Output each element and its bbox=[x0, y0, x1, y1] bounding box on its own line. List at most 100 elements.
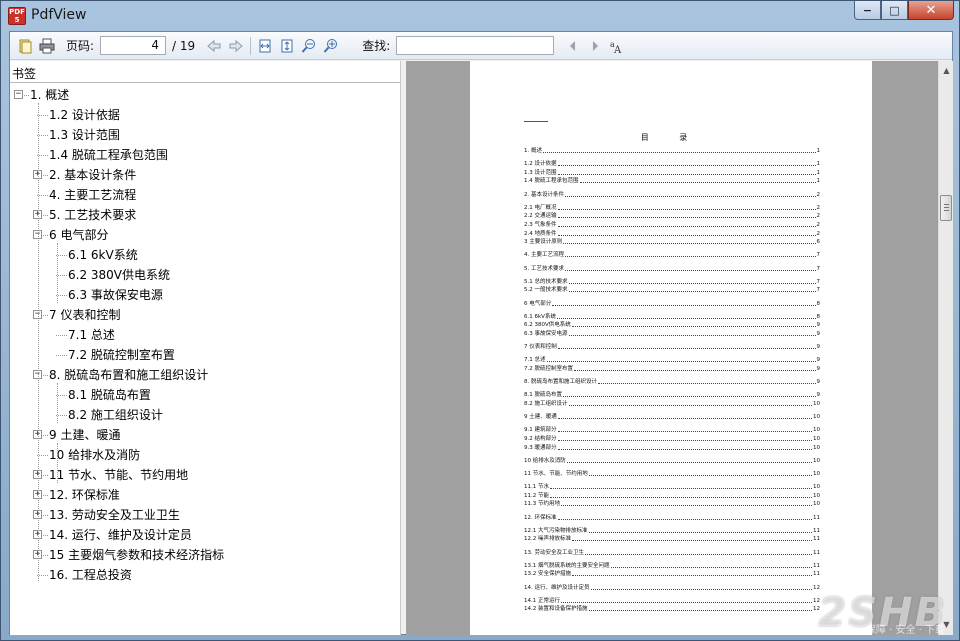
toc-row[interactable]: 9 土建、暖通 10 bbox=[524, 413, 820, 422]
bookmark-item[interactable]: +5. 工艺技术要求 bbox=[10, 205, 400, 225]
open-file-button[interactable] bbox=[14, 35, 36, 57]
toc-row[interactable]: 3 主要设计原则 6 bbox=[524, 238, 820, 247]
bookmark-item[interactable]: −6 电气部分 bbox=[10, 225, 400, 245]
bookmark-label: 13. 劳动安全及工业卫生 bbox=[49, 508, 180, 522]
maximize-button[interactable]: □ bbox=[881, 1, 908, 20]
back-button[interactable] bbox=[203, 35, 225, 57]
toc-leader bbox=[598, 378, 816, 385]
toc-row[interactable]: 7.2 脱硫控制室布置 9 bbox=[524, 365, 820, 374]
find-next-button[interactable] bbox=[584, 35, 606, 57]
page-label: 页码: bbox=[66, 39, 95, 53]
toc-row[interactable]: 10 给排水及消防 10 bbox=[524, 457, 820, 466]
toc-entry-title: 1.4 脱硫工程承包范围 bbox=[524, 178, 579, 185]
toc-row[interactable]: 5. 工艺技术要求 7 bbox=[524, 265, 820, 274]
bookmark-item[interactable]: +15 主要烟气参数和技术经济指标 bbox=[10, 545, 400, 565]
tree-connector bbox=[43, 235, 48, 236]
page-number-input[interactable]: 4 bbox=[100, 36, 167, 55]
toc-row[interactable]: 6 电气部分 8 bbox=[524, 300, 820, 309]
toc-row[interactable]: 2. 基本设计条件 2 bbox=[524, 191, 820, 200]
scroll-up-icon[interactable]: ▲ bbox=[939, 63, 954, 79]
fit-width-button[interactable] bbox=[254, 35, 276, 57]
toc-leader bbox=[546, 356, 816, 363]
zoom-in-button[interactable] bbox=[320, 35, 342, 57]
match-case-button[interactable]: aA bbox=[606, 35, 628, 57]
bookmark-item[interactable]: −8. 脱硫岛布置和施工组织设计 bbox=[10, 365, 400, 385]
tree-connector bbox=[43, 435, 48, 436]
toc-entry-page: 8 bbox=[816, 300, 821, 307]
toc-entry-page: 9 bbox=[816, 344, 821, 351]
bookmark-item[interactable]: 6.3 事故保安电源 bbox=[10, 285, 400, 305]
bookmark-item[interactable]: 4. 主要工艺流程 bbox=[10, 185, 400, 205]
fit-page-button[interactable] bbox=[276, 35, 298, 57]
bookmark-item[interactable]: 1.4 脱硫工程承包范围 bbox=[10, 145, 400, 165]
forward-button[interactable] bbox=[225, 35, 247, 57]
bookmark-item[interactable]: 7.1 总述 bbox=[10, 325, 400, 345]
toc-row[interactable]: 4. 主要工艺流程 7 bbox=[524, 251, 820, 260]
find-input[interactable] bbox=[396, 36, 555, 55]
minimize-icon: − bbox=[862, 3, 873, 17]
bookmark-item[interactable]: +13. 劳动安全及工业卫生 bbox=[10, 505, 400, 525]
toc-row[interactable]: 11.3 节约用地 10 bbox=[524, 500, 820, 509]
collapse-icon[interactable]: − bbox=[14, 90, 23, 99]
close-button[interactable]: ✕ bbox=[908, 1, 954, 20]
scroll-thumb[interactable] bbox=[940, 195, 952, 221]
toc-row[interactable]: 13.2 安全保护措施 11 bbox=[524, 570, 820, 579]
bookmark-item[interactable]: +14. 运行、维护及设计定员 bbox=[10, 525, 400, 545]
bookmark-item[interactable]: 16. 工程总投资 bbox=[10, 565, 400, 585]
toc-entry-page: 10 bbox=[813, 401, 820, 407]
title-bar[interactable]: PDF 5 PdfView − □ ✕ bbox=[1, 1, 959, 31]
bookmark-label: 8.1 脱硫岛布置 bbox=[68, 388, 151, 402]
toc-row[interactable]: 9.3 暖通部分 10 bbox=[524, 444, 820, 453]
client-area: 页码: 4 / 19 查找: a A 书签 − 1. 概述 1.2 设计依据 1… bbox=[9, 31, 953, 635]
bookmark-item[interactable]: 10 给排水及消防 bbox=[10, 445, 400, 465]
bookmark-item[interactable]: +12. 环保标准 bbox=[10, 485, 400, 505]
bookmark-item[interactable]: 7.2 脱硫控制室布置 bbox=[10, 345, 400, 365]
toc-leader bbox=[588, 470, 812, 476]
bookmark-item[interactable]: +2. 基本设计条件 bbox=[10, 165, 400, 185]
bookmark-item[interactable]: 8.2 施工组织设计 bbox=[10, 405, 400, 425]
toc-leader bbox=[566, 457, 812, 463]
tree-guide bbox=[57, 383, 58, 423]
minimize-button[interactable]: − bbox=[854, 1, 881, 20]
toc-row[interactable]: 12. 环保标准 11 bbox=[524, 514, 820, 523]
toc-row[interactable]: 8.2 施工组织设计 10 bbox=[524, 400, 820, 409]
toc-entry-title: 11 节水、节能、节约用地 bbox=[524, 471, 588, 477]
bookmark-header: 书签 bbox=[10, 61, 400, 83]
bookmark-item[interactable]: +9 土建、暖通 bbox=[10, 425, 400, 445]
toc-row[interactable]: 7 仪表和控制 9 bbox=[524, 343, 820, 352]
bookmark-item[interactable]: −1. 概述 bbox=[10, 85, 400, 105]
bookmark-item[interactable]: 1.2 设计依据 bbox=[10, 105, 400, 125]
document-view[interactable]: 目 录 1. 概述 1 1.2 设计依据 1 1.3 设计范围 1 1.4 脱硫工程承包范围… bbox=[406, 61, 938, 635]
bookmark-item[interactable]: 8.1 脱硫岛布置 bbox=[10, 385, 400, 405]
vertical-scrollbar[interactable]: ▲ ▼ bbox=[938, 61, 953, 635]
toc-row[interactable]: 8. 脱硫岛布置和施工组织设计 9 bbox=[524, 378, 820, 387]
bookmark-label: 9 土建、暖通 bbox=[49, 428, 121, 442]
zoom-out-button[interactable] bbox=[298, 35, 320, 57]
toc-leader bbox=[565, 191, 816, 197]
bookmark-label: 15 主要烟气参数和技术经济指标 bbox=[49, 548, 225, 562]
bookmark-item[interactable]: 1.3 设计范围 bbox=[10, 125, 400, 145]
toc-row[interactable]: 14.2 装置和设备保护措施 12 bbox=[524, 605, 820, 614]
print-button[interactable] bbox=[36, 35, 58, 57]
bookmark-item[interactable]: +11 节水、节能、节约用地 bbox=[10, 465, 400, 485]
toc-row[interactable]: 5.2 一般技术要求 7 bbox=[524, 286, 820, 295]
toc-leader bbox=[568, 400, 812, 406]
bookmark-label: 2. 基本设计条件 bbox=[49, 168, 137, 182]
tree-connector bbox=[56, 355, 67, 356]
toc-entry-title: 12.2 噪声排放标准 bbox=[524, 536, 571, 543]
toc-row[interactable]: 12.2 噪声排放标准 11 bbox=[524, 535, 820, 544]
bookmark-item[interactable]: 6.1 6kV系统 bbox=[10, 245, 400, 265]
toc-row[interactable]: 13. 劳动安全及工业卫生 11 bbox=[524, 549, 820, 558]
bookmark-label: 8.2 施工组织设计 bbox=[68, 408, 163, 422]
find-prev-icon bbox=[570, 40, 576, 51]
toc-row[interactable]: 6.3 事故保安电源 9 bbox=[524, 330, 820, 339]
bookmark-item[interactable]: 6.2 380V供电系统 bbox=[10, 265, 400, 285]
toc-row[interactable]: 11 节水、节能、节约用地 10 bbox=[524, 470, 820, 479]
toc-row[interactable]: 1.4 脱硫工程承包范围 1 bbox=[524, 177, 820, 186]
toolbar: 页码: 4 / 19 查找: a A bbox=[10, 32, 952, 60]
toc-row[interactable]: 14. 运行、维护及设计定员 12 bbox=[524, 584, 820, 593]
find-prev-button[interactable] bbox=[562, 35, 584, 57]
toc-row[interactable]: 1. 概述 1 bbox=[524, 147, 820, 156]
bookmark-item[interactable]: −7 仪表和控制 bbox=[10, 305, 400, 325]
open-file-icon bbox=[19, 39, 32, 53]
